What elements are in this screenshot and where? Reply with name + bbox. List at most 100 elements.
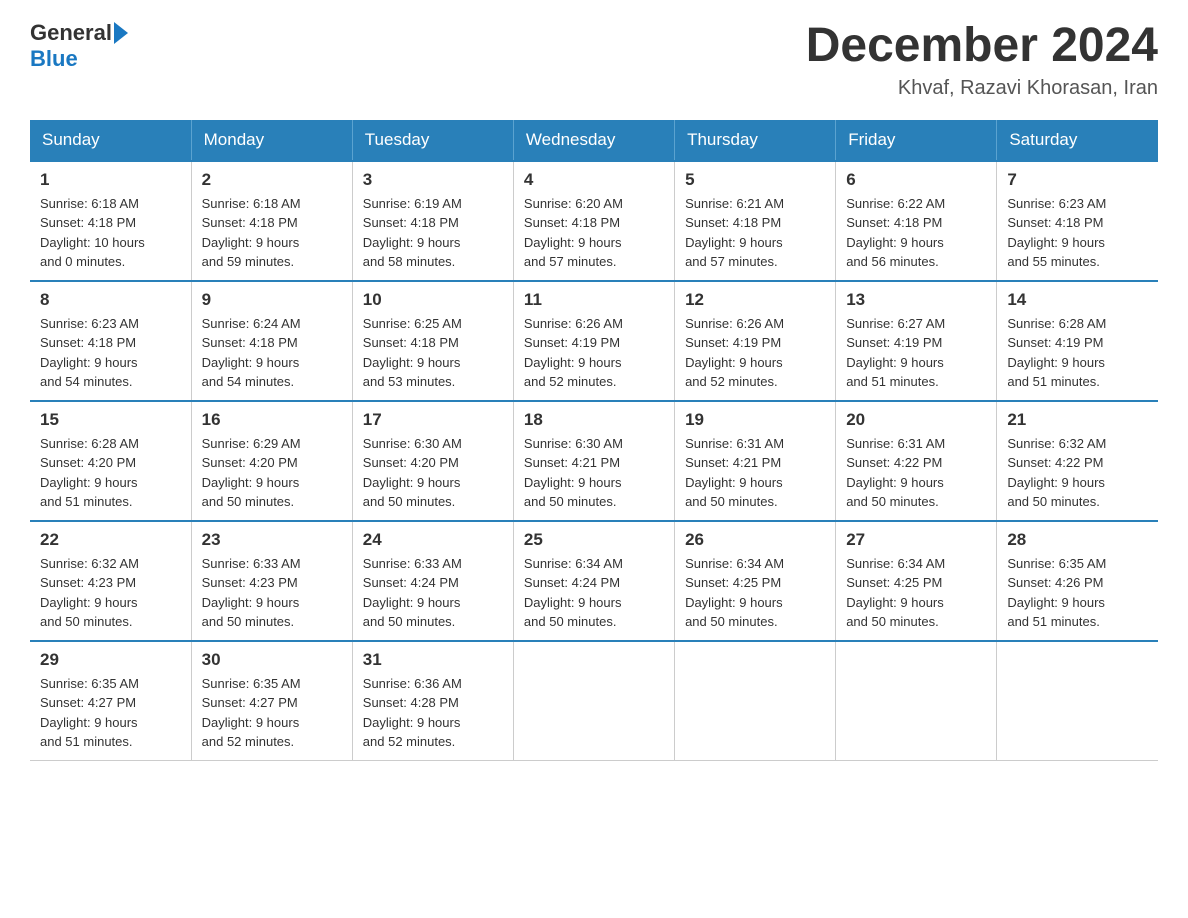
logo-line1: General bbox=[30, 20, 128, 46]
empty-cell bbox=[836, 641, 997, 761]
day-info: Sunrise: 6:33 AMSunset: 4:23 PMDaylight:… bbox=[202, 554, 342, 632]
day-cell-27: 27 Sunrise: 6:34 AMSunset: 4:25 PMDayligh… bbox=[836, 521, 997, 641]
day-cell-14: 14 Sunrise: 6:28 AMSunset: 4:19 PMDayligh… bbox=[997, 281, 1158, 401]
day-info: Sunrise: 6:30 AMSunset: 4:20 PMDaylight:… bbox=[363, 434, 503, 512]
day-number: 28 bbox=[1007, 530, 1148, 550]
day-number: 20 bbox=[846, 410, 986, 430]
day-number: 21 bbox=[1007, 410, 1148, 430]
day-number: 5 bbox=[685, 170, 825, 190]
day-number: 10 bbox=[363, 290, 503, 310]
day-number: 2 bbox=[202, 170, 342, 190]
day-cell-7: 7Sunrise: 6:23 AMSunset: 4:18 PMDaylight… bbox=[997, 161, 1158, 281]
day-info: Sunrise: 6:35 AMSunset: 4:26 PMDaylight:… bbox=[1007, 554, 1148, 632]
week-row-3: 15Sunrise: 6:28 AMSunset: 4:20 PMDayligh… bbox=[30, 401, 1158, 521]
day-number: 15 bbox=[40, 410, 181, 430]
day-number: 8 bbox=[40, 290, 181, 310]
day-cell-11: 11Sunrise: 6:26 AMSunset: 4:19 PMDayligh… bbox=[513, 281, 674, 401]
day-info: Sunrise: 6:34 AMSunset: 4:25 PMDaylight:… bbox=[685, 554, 825, 632]
day-info: Sunrise: 6:28 AMSunset: 4:19 PMDaylight:… bbox=[1007, 314, 1148, 392]
day-number: 23 bbox=[202, 530, 342, 550]
day-cell-3: 3 Sunrise: 6:19 AMSunset: 4:18 PMDaylight… bbox=[352, 161, 513, 281]
week-row-2: 8 Sunrise: 6:23 AMSunset: 4:18 PMDaylight… bbox=[30, 281, 1158, 401]
day-cell-24: 24 Sunrise: 6:33 AMSunset: 4:24 PMDayligh… bbox=[352, 521, 513, 641]
day-info: Sunrise: 6:22 AMSunset: 4:18 PMDaylight:… bbox=[846, 194, 986, 272]
empty-cell bbox=[513, 641, 674, 761]
weekday-header-row: SundayMondayTuesdayWednesdayThursdayFrid… bbox=[30, 120, 1158, 161]
day-cell-31: 31Sunrise: 6:36 AMSunset: 4:28 PMDayligh… bbox=[352, 641, 513, 761]
day-info: Sunrise: 6:23 AMSunset: 4:18 PMDaylight:… bbox=[40, 314, 181, 392]
day-info: Sunrise: 6:20 AMSunset: 4:18 PMDaylight:… bbox=[524, 194, 664, 272]
day-cell-23: 23 Sunrise: 6:33 AMSunset: 4:23 PMDayligh… bbox=[191, 521, 352, 641]
week-row-1: 1 Sunrise: 6:18 AMSunset: 4:18 PMDaylight… bbox=[30, 161, 1158, 281]
weekday-header-friday: Friday bbox=[836, 120, 997, 161]
day-number: 27 bbox=[846, 530, 986, 550]
day-number: 22 bbox=[40, 530, 181, 550]
day-cell-9: 9 Sunrise: 6:24 AMSunset: 4:18 PMDaylight… bbox=[191, 281, 352, 401]
weekday-header-wednesday: Wednesday bbox=[513, 120, 674, 161]
day-cell-22: 22 Sunrise: 6:32 AMSunset: 4:23 PMDayligh… bbox=[30, 521, 191, 641]
day-number: 25 bbox=[524, 530, 664, 550]
day-number: 30 bbox=[202, 650, 342, 670]
day-cell-1: 1 Sunrise: 6:18 AMSunset: 4:18 PMDaylight… bbox=[30, 161, 191, 281]
day-info: Sunrise: 6:36 AMSunset: 4:28 PMDaylight:… bbox=[363, 674, 503, 752]
day-info: Sunrise: 6:29 AMSunset: 4:20 PMDaylight:… bbox=[202, 434, 342, 512]
week-row-5: 29 Sunrise: 6:35 AMSunset: 4:27 PMDayligh… bbox=[30, 641, 1158, 761]
day-info: Sunrise: 6:31 AMSunset: 4:22 PMDaylight:… bbox=[846, 434, 986, 512]
day-number: 6 bbox=[846, 170, 986, 190]
day-number: 17 bbox=[363, 410, 503, 430]
day-info: Sunrise: 6:18 AMSunset: 4:18 PMDaylight:… bbox=[202, 194, 342, 272]
day-info: Sunrise: 6:33 AMSunset: 4:24 PMDaylight:… bbox=[363, 554, 503, 632]
page-header: General Blue December 2024 Khvaf, Razavi… bbox=[30, 20, 1158, 100]
day-info: Sunrise: 6:34 AMSunset: 4:25 PMDaylight:… bbox=[846, 554, 986, 632]
day-number: 18 bbox=[524, 410, 664, 430]
day-info: Sunrise: 6:25 AMSunset: 4:18 PMDaylight:… bbox=[363, 314, 503, 392]
day-number: 14 bbox=[1007, 290, 1148, 310]
day-cell-25: 25Sunrise: 6:34 AMSunset: 4:24 PMDayligh… bbox=[513, 521, 674, 641]
logo-line2: Blue bbox=[30, 46, 128, 72]
day-cell-26: 26 Sunrise: 6:34 AMSunset: 4:25 PMDayligh… bbox=[675, 521, 836, 641]
logo-general: General bbox=[30, 20, 112, 46]
day-info: Sunrise: 6:32 AMSunset: 4:23 PMDaylight:… bbox=[40, 554, 181, 632]
day-cell-18: 18 Sunrise: 6:30 AMSunset: 4:21 PMDayligh… bbox=[513, 401, 674, 521]
title-section: December 2024 Khvaf, Razavi Khorasan, Ir… bbox=[806, 20, 1158, 100]
day-cell-16: 16 Sunrise: 6:29 AMSunset: 4:20 PMDayligh… bbox=[191, 401, 352, 521]
day-number: 16 bbox=[202, 410, 342, 430]
day-info: Sunrise: 6:32 AMSunset: 4:22 PMDaylight:… bbox=[1007, 434, 1148, 512]
day-number: 13 bbox=[846, 290, 986, 310]
weekday-header-sunday: Sunday bbox=[30, 120, 191, 161]
day-cell-21: 21 Sunrise: 6:32 AMSunset: 4:22 PMDayligh… bbox=[997, 401, 1158, 521]
day-number: 29 bbox=[40, 650, 181, 670]
day-cell-2: 2 Sunrise: 6:18 AMSunset: 4:18 PMDaylight… bbox=[191, 161, 352, 281]
day-cell-30: 30 Sunrise: 6:35 AMSunset: 4:27 PMDayligh… bbox=[191, 641, 352, 761]
calendar-title: December 2024 bbox=[806, 20, 1158, 73]
day-info: Sunrise: 6:18 AMSunset: 4:18 PMDaylight:… bbox=[40, 194, 181, 272]
day-cell-6: 6 Sunrise: 6:22 AMSunset: 4:18 PMDaylight… bbox=[836, 161, 997, 281]
day-info: Sunrise: 6:35 AMSunset: 4:27 PMDaylight:… bbox=[202, 674, 342, 752]
day-number: 19 bbox=[685, 410, 825, 430]
day-cell-17: 17 Sunrise: 6:30 AMSunset: 4:20 PMDayligh… bbox=[352, 401, 513, 521]
logo-triangle-icon bbox=[114, 22, 128, 44]
day-info: Sunrise: 6:26 AMSunset: 4:19 PMDaylight:… bbox=[685, 314, 825, 392]
day-cell-19: 19Sunrise: 6:31 AMSunset: 4:21 PMDayligh… bbox=[675, 401, 836, 521]
day-info: Sunrise: 6:35 AMSunset: 4:27 PMDaylight:… bbox=[40, 674, 181, 752]
day-number: 26 bbox=[685, 530, 825, 550]
day-info: Sunrise: 6:26 AMSunset: 4:19 PMDaylight:… bbox=[524, 314, 664, 392]
day-cell-10: 10 Sunrise: 6:25 AMSunset: 4:18 PMDayligh… bbox=[352, 281, 513, 401]
empty-cell bbox=[675, 641, 836, 761]
day-number: 1 bbox=[40, 170, 181, 190]
day-cell-4: 4Sunrise: 6:20 AMSunset: 4:18 PMDaylight… bbox=[513, 161, 674, 281]
day-cell-20: 20 Sunrise: 6:31 AMSunset: 4:22 PMDayligh… bbox=[836, 401, 997, 521]
day-info: Sunrise: 6:27 AMSunset: 4:19 PMDaylight:… bbox=[846, 314, 986, 392]
day-number: 24 bbox=[363, 530, 503, 550]
day-info: Sunrise: 6:23 AMSunset: 4:18 PMDaylight:… bbox=[1007, 194, 1148, 272]
day-number: 3 bbox=[363, 170, 503, 190]
day-info: Sunrise: 6:19 AMSunset: 4:18 PMDaylight:… bbox=[363, 194, 503, 272]
day-number: 12 bbox=[685, 290, 825, 310]
day-info: Sunrise: 6:24 AMSunset: 4:18 PMDaylight:… bbox=[202, 314, 342, 392]
week-row-4: 22 Sunrise: 6:32 AMSunset: 4:23 PMDayligh… bbox=[30, 521, 1158, 641]
day-cell-12: 12 Sunrise: 6:26 AMSunset: 4:19 PMDayligh… bbox=[675, 281, 836, 401]
day-info: Sunrise: 6:30 AMSunset: 4:21 PMDaylight:… bbox=[524, 434, 664, 512]
empty-cell bbox=[997, 641, 1158, 761]
day-cell-28: 28 Sunrise: 6:35 AMSunset: 4:26 PMDayligh… bbox=[997, 521, 1158, 641]
day-number: 9 bbox=[202, 290, 342, 310]
